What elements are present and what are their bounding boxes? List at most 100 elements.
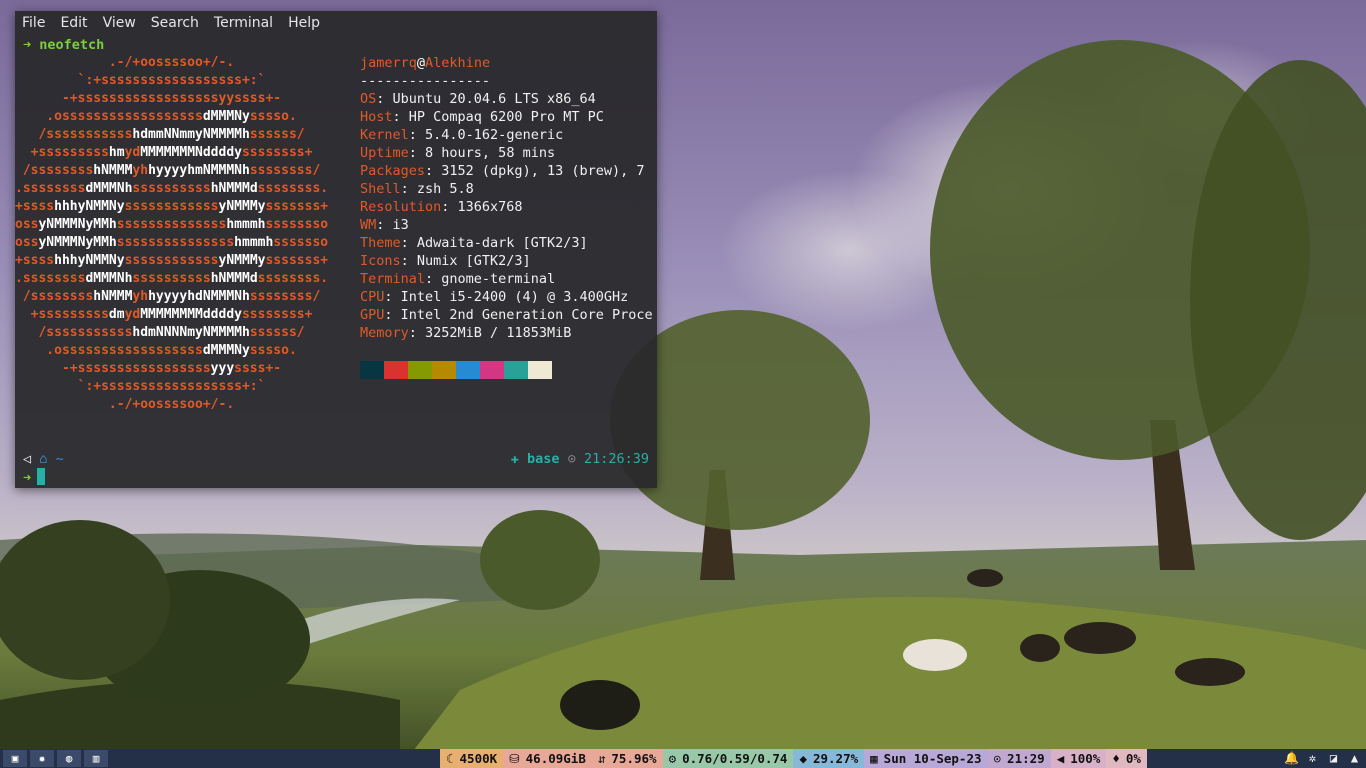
status-color-temp[interactable]: ☾ 4500K	[440, 749, 504, 768]
status-disk[interactable]: ⛁ 46.09GiB	[503, 749, 592, 768]
menu-search[interactable]: Search	[151, 15, 199, 31]
logo-line: /sssssssshNMMMyhhyyyyhmNMMMNhssssssss/	[15, 162, 355, 180]
status-date[interactable]: ▦ Sun 10-Sep-23	[864, 749, 988, 768]
user-host: jamerrq@Alekhine	[360, 54, 653, 72]
info-key: Uptime	[360, 145, 409, 161]
status-memory[interactable]: ◆ 29.27%	[793, 749, 865, 768]
logo-segment: .ssssssss	[15, 271, 86, 286]
status-bar: ▣ ✹ ◍ ▥ ☾ 4500K ⛁ 46.09GiB ⇵ 75.96% ⚙ 0.76/0.59/0.…	[0, 749, 1366, 768]
prompt-status: ✚ base ⊙ 21:26:39	[511, 450, 649, 468]
logo-segment: -+sssssssssssssssss	[15, 361, 211, 376]
info-row: CPU: Intel i5-2400 (4) @ 3.400GHz	[360, 288, 653, 306]
logo-segment: ssssssso	[265, 217, 329, 232]
info-key: OS	[360, 91, 377, 107]
logo-segment: ssssssssss	[132, 271, 211, 286]
info-value: : zsh 5.8	[400, 181, 474, 197]
piano-icon[interactable]: ▥	[84, 750, 108, 767]
prompt-arrow-icon: ➜	[23, 37, 32, 53]
logo-segment: ssssss/	[249, 127, 305, 142]
info-key: Resolution	[360, 199, 442, 215]
menu-terminal[interactable]: Terminal	[214, 15, 273, 31]
status-blocks: ☾ 4500K ⛁ 46.09GiB ⇵ 75.96% ⚙ 0.76/0.59/0.74 ◆ 29…	[440, 749, 1147, 768]
logo-segment: .ssssssss	[15, 181, 86, 196]
info-key: Packages	[360, 163, 426, 179]
mic-value: 0%	[1125, 751, 1141, 766]
hostname: Alekhine	[425, 55, 491, 71]
logo-segment: oss	[15, 217, 39, 232]
info-row: GPU: Intel 2nd Generation Core Proce	[360, 306, 653, 324]
info-key: Kernel	[360, 127, 409, 143]
volume-value: 100%	[1070, 751, 1101, 766]
logo-line: /ssssssssssshdmNNNNmyNMMMMhssssss/	[15, 324, 355, 342]
logo-segment: ssssssss.	[257, 181, 329, 196]
logo-line: -+sssssssssssssssssyyyssss+-	[15, 360, 355, 378]
color-temp-value: 4500K	[459, 751, 498, 766]
info-row: Icons: Numix [GTK2/3]	[360, 252, 653, 270]
logo-segment: hdmNNNNmyNMMMMh	[132, 325, 250, 340]
logo-segment: -+ssssssssssssssssssyyssss+-	[15, 91, 282, 106]
color-swatch	[432, 361, 456, 379]
logo-segment: yh	[132, 289, 149, 304]
logo-segment: hNMMMd	[210, 271, 258, 286]
logo-segment: `:+ssssssssssssssssss+:`	[15, 73, 266, 88]
logo-segment: /sssssssssss	[15, 325, 133, 340]
logo-line: .ossssssssssssssssssdMMMNysssso.	[15, 108, 355, 126]
separator-line: ----------------	[360, 73, 491, 89]
info-fields: OS: Ubuntu 20.04.6 LTS x86_64 Host: HP Co…	[360, 90, 653, 341]
menu-view[interactable]: View	[103, 15, 136, 31]
menu-edit[interactable]: Edit	[60, 15, 87, 31]
color-swatch	[384, 361, 408, 379]
bell-icon[interactable]: 🔔	[1284, 750, 1299, 765]
note-icon[interactable]: ◪	[1326, 750, 1341, 765]
logo-segment: ssssssss+	[241, 145, 313, 160]
logo-segment: ssssssss/	[249, 163, 321, 178]
input-line[interactable]: ➜	[23, 468, 46, 487]
settings-icon[interactable]: ✲	[1305, 750, 1320, 765]
system-info: jamerrq@Alekhine ---------------- OS: Ub…	[360, 54, 653, 341]
logo-segment: sssssso	[273, 235, 329, 250]
logo-segment: /ssssssss	[15, 289, 94, 304]
robot-icon[interactable]: ▣	[3, 750, 27, 767]
logo-segment: ssssssss/	[249, 289, 321, 304]
info-row: Resolution: 1366x768	[360, 198, 653, 216]
logo-line: +ssssssssshmydMMMMMMMNddddyssssssss+	[15, 144, 355, 162]
info-row: Uptime: 8 hours, 58 mins	[360, 144, 653, 162]
status-time[interactable]: ⊙ 21:29	[987, 749, 1051, 768]
status-swap[interactable]: ⇵ 75.96%	[591, 749, 663, 768]
logo-line: .ossssssssssssssssssdMMMNysssso.	[15, 342, 355, 360]
username: jamerrq	[360, 55, 417, 71]
logo-line: `:+ssssssssssssssssss+:`	[15, 378, 355, 396]
terminal-window[interactable]: File Edit View Search Terminal Help ➜ ne…	[15, 11, 657, 488]
status-load[interactable]: ⚙ 0.76/0.59/0.74	[662, 749, 794, 768]
info-value: : Numix [GTK2/3]	[400, 253, 531, 269]
status-volume[interactable]: ◀ 100%	[1050, 749, 1107, 768]
logo-line: +sssssssssdmydMMMMMMMMddddyssssssss+	[15, 306, 355, 324]
vlc-icon[interactable]: ▲	[1347, 750, 1362, 765]
menu-help[interactable]: Help	[288, 15, 320, 31]
bug-icon[interactable]: ✹	[30, 750, 54, 767]
prompt-time: 21:26:39	[583, 451, 649, 467]
logo-segment: sssssssssssssss	[116, 235, 235, 250]
logo-segment: hdmmNNmmyNMMMMh	[132, 127, 250, 142]
logo-segment: yNMMMy	[218, 253, 266, 268]
logo-line: .ssssssssdMMMNhsssssssssshNMMMdssssssss.	[15, 180, 355, 198]
info-key: Shell	[360, 181, 401, 197]
current-dir: ~	[55, 451, 64, 467]
info-value: : 1366x768	[441, 199, 523, 215]
menu-file[interactable]: File	[22, 15, 45, 31]
logo-line: ossyNMMMNyMMhsssssssssssssshmmmhssssssso	[15, 216, 355, 234]
logo-segment: ssssssssssss	[124, 199, 219, 214]
logo-segment: sssso.	[249, 109, 297, 124]
logo-segment: +sssssssss	[15, 307, 109, 322]
logo-segment: `:+ssssssssssssssssss+:`	[15, 379, 266, 394]
load-value: 0.76/0.59/0.74	[682, 751, 788, 766]
logo-segment: .-/+oossssoo+/-.	[15, 397, 235, 412]
logo-segment: ssssss/	[249, 325, 305, 340]
logo-segment: .-/+oossssoo+/-.	[15, 55, 235, 70]
status-mic[interactable]: ♦ 0%	[1106, 749, 1147, 768]
info-row: OS: Ubuntu 20.04.6 LTS x86_64	[360, 90, 653, 108]
logo-line: `:+ssssssssssssssssss+:`	[15, 72, 355, 90]
logo-segment: .ossssssssssssssssss	[15, 343, 203, 358]
info-row: Packages: 3152 (dpkg), 13 (brew), 7	[360, 162, 653, 180]
globe-icon[interactable]: ◍	[57, 750, 81, 767]
